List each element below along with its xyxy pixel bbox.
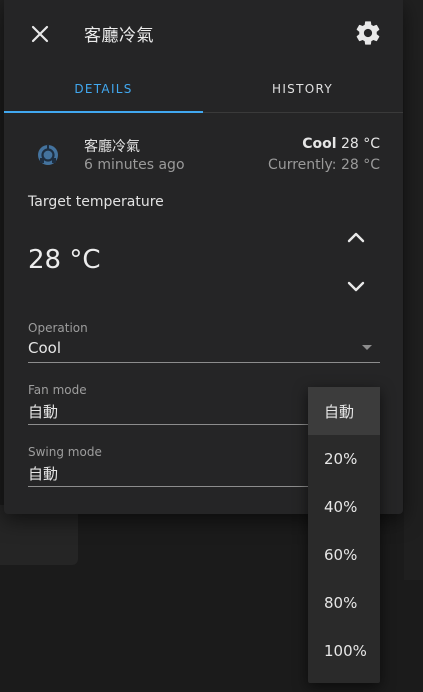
fan-option[interactable]: 20%: [308, 435, 380, 483]
caret-down-icon: [362, 345, 372, 350]
operation-value: Cool: [28, 339, 61, 357]
tab-bar: DETAILS HISTORY: [4, 66, 403, 113]
close-button[interactable]: [26, 20, 54, 48]
entity-last-changed: 6 minutes ago: [84, 157, 185, 173]
thermostat-icon: [38, 144, 58, 165]
fan-mode-dropdown: 自動 20% 40% 60% 80% 100%: [308, 387, 380, 683]
background-card: [0, 505, 78, 565]
settings-button[interactable]: [354, 19, 382, 47]
entity-state: Cool 28 °C: [302, 136, 380, 152]
background-strip: [404, 60, 423, 580]
dialog-header: 客廳冷氣: [4, 0, 403, 66]
temperature-up-button[interactable]: [342, 224, 370, 252]
operation-select[interactable]: Operation Cool: [28, 318, 380, 363]
fan-option[interactable]: 80%: [308, 579, 380, 627]
gear-icon: [356, 21, 380, 45]
fan-mode-label: Fan mode: [28, 383, 87, 397]
current-temperature: Currently: 28 °C: [268, 157, 380, 173]
target-temperature-value: 28 °C: [28, 245, 101, 275]
chevron-down-icon: [347, 281, 365, 292]
temperature-down-button[interactable]: [342, 272, 370, 300]
tab-history[interactable]: HISTORY: [203, 66, 402, 112]
entity-icon-wrap: [34, 141, 62, 169]
tab-details[interactable]: DETAILS: [4, 66, 203, 113]
tab-indicator: [4, 111, 203, 113]
state-mode: Cool: [302, 136, 337, 152]
fan-option[interactable]: 60%: [308, 531, 380, 579]
fan-option[interactable]: 自動: [308, 387, 380, 435]
chevron-up-icon: [347, 232, 365, 243]
target-temperature-label: Target temperature: [28, 194, 164, 210]
tab-details-label: DETAILS: [74, 82, 133, 96]
close-icon: [31, 25, 49, 43]
fan-mode-value: 自動: [28, 403, 59, 421]
fan-option[interactable]: 100%: [308, 627, 380, 675]
swing-mode-value: 自動: [28, 465, 59, 483]
tab-history-label: HISTORY: [272, 82, 333, 96]
entity-name: 客廳冷氣: [84, 139, 140, 155]
operation-label: Operation: [28, 321, 88, 335]
dialog-title: 客廳冷氣: [84, 26, 154, 46]
state-temperature: 28 °C: [340, 136, 380, 152]
swing-mode-label: Swing mode: [28, 445, 102, 459]
fan-option[interactable]: 40%: [308, 483, 380, 531]
